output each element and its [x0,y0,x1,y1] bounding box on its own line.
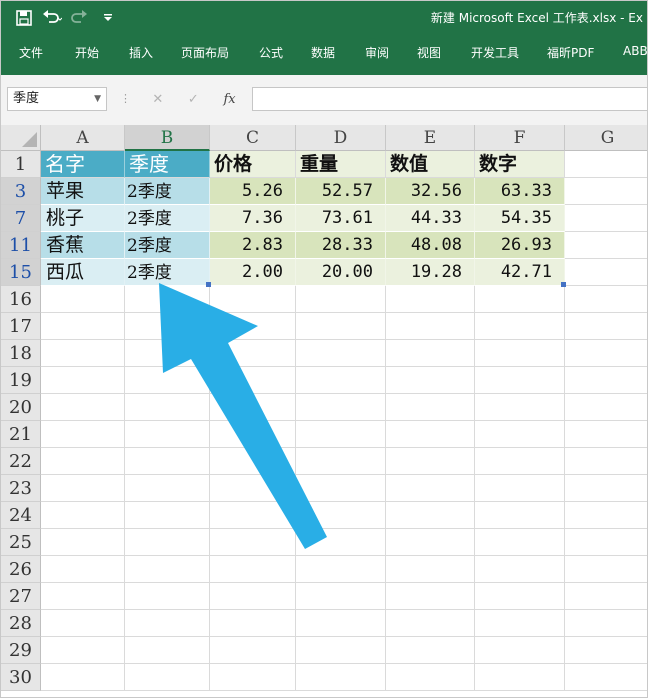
arrow-up-left-icon [159,283,327,549]
excel-window: 新建 Microsoft Excel 工作表.xlsx - Ex 文件 开始 插… [0,0,648,698]
